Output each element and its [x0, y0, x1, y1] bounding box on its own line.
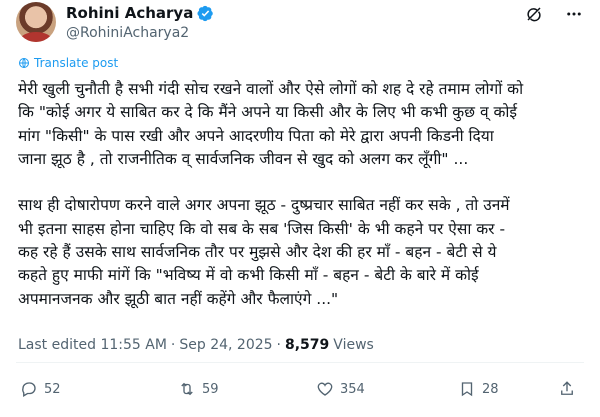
like-button[interactable]: 354 — [316, 380, 365, 398]
action-bar: 52 59 354 28 — [20, 380, 580, 400]
author-handle[interactable]: @RohiniAcharya2 — [66, 25, 214, 41]
reply-button[interactable]: 52 — [20, 380, 61, 398]
avatar[interactable] — [16, 2, 56, 42]
post-line: मेरी खुली चुनौती है सभी गंदी सोच रखने वा… — [18, 80, 524, 98]
meta-separator: · — [276, 337, 281, 353]
like-count: 354 — [340, 381, 365, 397]
post-line: कहते हुए माफी मांगें कि "भविष्य में वो क… — [18, 266, 479, 285]
bookmark-count: 28 — [482, 381, 499, 397]
more-icon[interactable] — [564, 4, 584, 24]
reply-count: 52 — [44, 381, 61, 397]
repost-icon — [181, 382, 193, 396]
translate-post-link[interactable]: Translate post — [18, 56, 118, 70]
post-line: कि "कोई अगर ये साबित कर दे कि मैंने अपने… — [18, 103, 518, 122]
post-paragraph-2: साथ ही दोषारोपण करने वाले अगर अपना झूठ -… — [18, 194, 586, 310]
translate-label[interactable]: Translate post — [34, 56, 118, 70]
share-icon — [561, 381, 573, 395]
post-line: जाना झूठ है , तो राजनीतिक व् सार्वजनिक ज… — [18, 149, 469, 168]
post-text: मेरी खुली चुनौती है सभी गंदी सोच रखने वा… — [18, 78, 586, 311]
views-label: Views — [333, 337, 374, 353]
reply-icon — [22, 382, 36, 397]
post-header: Rohini Acharya @RohiniAcharya2 — [16, 2, 584, 46]
bookmark-icon — [461, 382, 473, 397]
edited-timestamp[interactable]: Last edited 11:55 AM — [18, 337, 167, 353]
post-meta: Last edited 11:55 AM · Sep 24, 2025 · 8,… — [18, 337, 374, 353]
repost-count: 59 — [202, 381, 219, 397]
verified-badge-icon — [197, 5, 214, 21]
author-block: Rohini Acharya @RohiniAcharya2 — [66, 4, 214, 41]
heart-icon — [317, 382, 333, 396]
post-line: अपमानजनक और झूठी बात नहीं कहेंगे और फैला… — [18, 289, 339, 308]
post-paragraph-1: मेरी खुली चुनौती है सभी गंदी सोच रखने वा… — [18, 78, 586, 171]
post-line: मांग "किसी" के पास रखी और अपने आदरणीय पि… — [18, 126, 494, 145]
bookmark-button[interactable]: 28 — [458, 380, 499, 398]
meta-separator: · — [170, 337, 176, 353]
post-line: भी इतना साहस होना चाहिए कि वो सब के सब '… — [18, 219, 506, 238]
post-line: साथ ही दोषारोपण करने वाले अगर अपना झूठ -… — [18, 196, 510, 215]
share-button[interactable] — [558, 380, 576, 398]
post-line: कह रहे हैं उसके साथ सार्वजनिक तौर पर मुझ… — [18, 243, 497, 262]
post-date[interactable]: Sep 24, 2025 — [179, 337, 272, 353]
views-count: 8,579 — [285, 337, 330, 353]
grok-icon[interactable] — [524, 4, 544, 24]
globe-icon — [19, 58, 29, 68]
author-display-name[interactable]: Rohini Acharya — [66, 4, 193, 22]
divider — [16, 362, 584, 363]
repost-button[interactable]: 59 — [178, 380, 219, 398]
